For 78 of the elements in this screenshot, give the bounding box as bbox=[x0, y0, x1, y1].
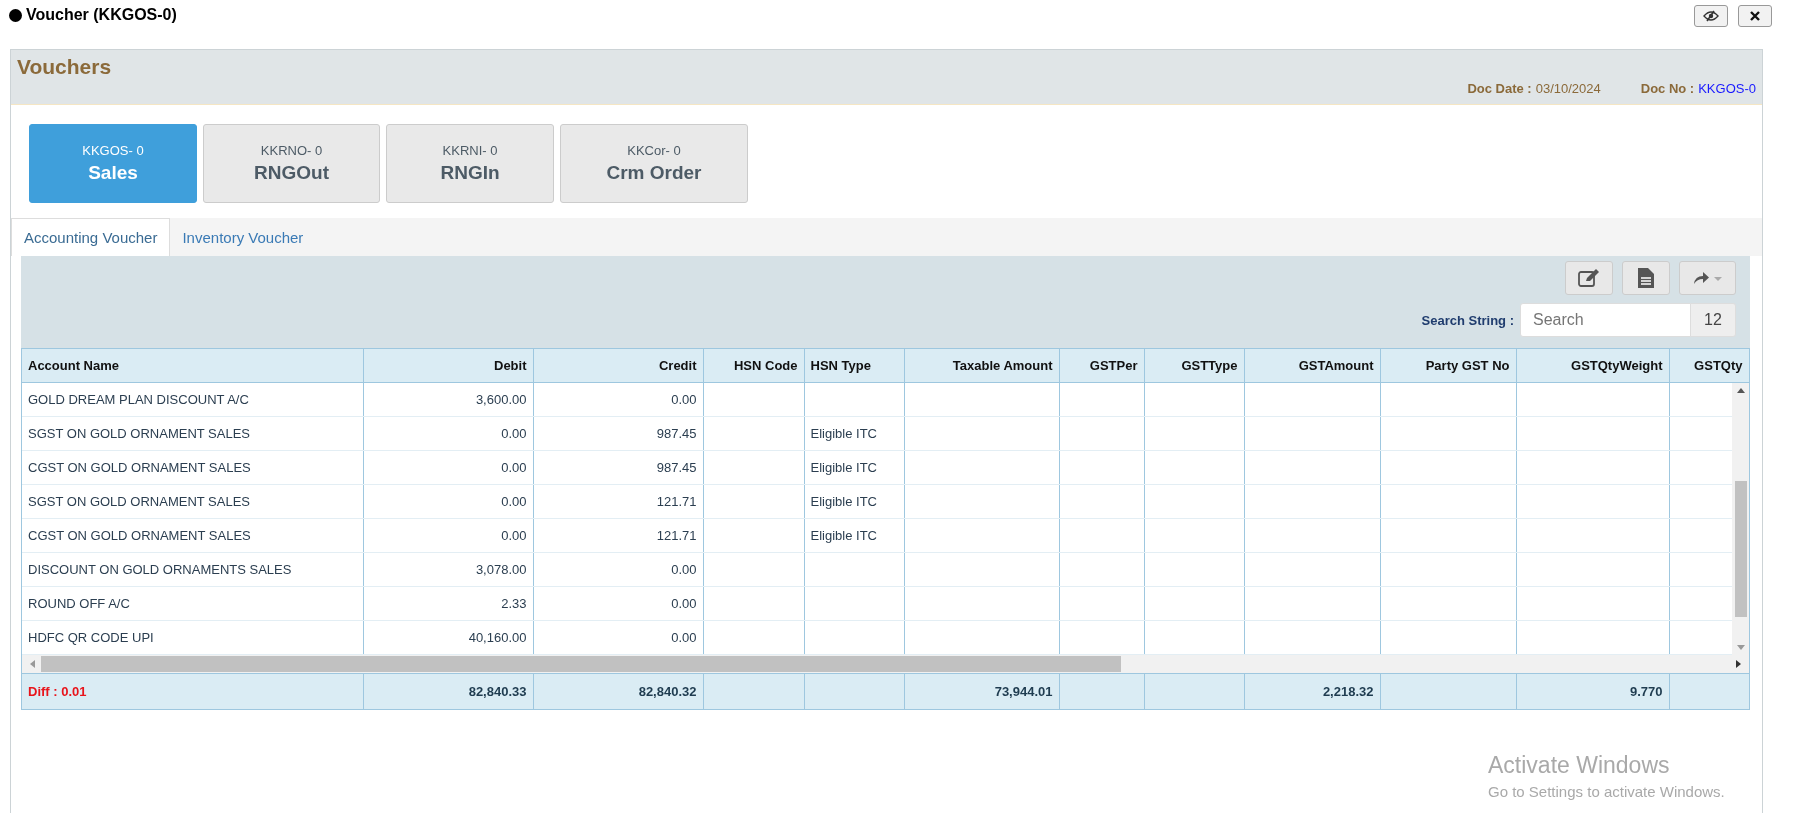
table-cell: DISCOUNT ON GOLD ORNAMENTS SALES bbox=[28, 562, 292, 577]
eye-slash-icon bbox=[1703, 10, 1719, 22]
total-cell: 9.770 bbox=[1629, 684, 1663, 699]
column-header: GSTQtyWeight bbox=[1516, 349, 1669, 383]
table-cell: 2.33 bbox=[501, 596, 527, 611]
result-count: 12 bbox=[1691, 303, 1736, 337]
document-button[interactable] bbox=[1622, 261, 1670, 295]
voucher-type-tile[interactable]: KKCor- 0 Crm Order bbox=[560, 124, 748, 203]
search-label: Search String : bbox=[1421, 312, 1514, 328]
total-cell: Diff : 0.01 bbox=[28, 684, 87, 699]
table-cell: Eligible ITC bbox=[810, 528, 877, 543]
table-cell: 0.00 bbox=[501, 460, 527, 475]
column-header: GSTAmount bbox=[1244, 349, 1380, 383]
table-cell: 121.71 bbox=[656, 494, 697, 509]
table-cell: CGST ON GOLD ORNAMENT SALES bbox=[28, 528, 251, 543]
total-cell: 82,840.33 bbox=[468, 684, 527, 699]
column-header: HSN Type bbox=[804, 349, 904, 383]
table-cell: GOLD DREAM PLAN DISCOUNT A/C bbox=[28, 392, 249, 407]
table-cell: 0.00 bbox=[671, 392, 697, 407]
scroll-right-icon bbox=[1736, 660, 1741, 668]
table-cell: CGST ON GOLD ORNAMENT SALES bbox=[28, 460, 251, 475]
search-field[interactable]: Search bbox=[1520, 303, 1691, 337]
table-cell: ROUND OFF A/C bbox=[28, 596, 130, 611]
hide-button[interactable] bbox=[1694, 5, 1728, 27]
table-cell: 3,078.00 bbox=[475, 562, 527, 577]
activation-title: Activate Windows bbox=[1488, 752, 1671, 779]
total-cell: 2,218.32 bbox=[1322, 684, 1374, 699]
table-cell: 40,160.00 bbox=[468, 630, 527, 645]
tab[interactable]: Accounting Voucher bbox=[11, 218, 171, 256]
table-cell: Eligible ITC bbox=[810, 426, 877, 441]
column-header: Credit bbox=[533, 349, 703, 383]
column-header: HSN Code bbox=[703, 349, 804, 383]
vertical-scrollbar[interactable] bbox=[1732, 383, 1749, 655]
table-cell: Eligible ITC bbox=[810, 494, 877, 509]
scroll-down-icon bbox=[1736, 645, 1745, 650]
scroll-up-icon bbox=[1736, 388, 1745, 393]
table-cell: 0.00 bbox=[671, 596, 697, 611]
column-header: Account Name bbox=[22, 349, 363, 383]
column-header: Taxable Amount bbox=[904, 349, 1059, 383]
column-header: Debit bbox=[363, 349, 533, 383]
table-cell: 0.00 bbox=[501, 426, 527, 441]
scroll-left-icon bbox=[30, 660, 35, 668]
table-cell: 987.45 bbox=[656, 426, 697, 441]
window-title: Voucher (KKGOS-0) bbox=[9, 6, 177, 24]
document-icon bbox=[1638, 268, 1654, 288]
activation-text: Go to Settings to activate Windows. bbox=[1488, 783, 1725, 800]
table-cell: Eligible ITC bbox=[810, 460, 877, 475]
table-cell: 121.71 bbox=[656, 528, 697, 543]
table-cell: HDFC QR CODE UPI bbox=[28, 630, 154, 645]
table-cell: 987.45 bbox=[656, 460, 697, 475]
share-arrow-icon bbox=[1692, 271, 1723, 285]
table-cell: SGST ON GOLD ORNAMENT SALES bbox=[28, 494, 250, 509]
doc-date: 03/10/2024 bbox=[1535, 81, 1601, 96]
tab[interactable]: Inventory Voucher bbox=[170, 218, 316, 256]
total-cell: 82,840.32 bbox=[638, 684, 697, 699]
doc-no-label: Doc No : bbox=[1640, 81, 1695, 96]
voucher-type-tile[interactable]: KKRNO- 0 RNGOut bbox=[203, 124, 380, 203]
column-header: GSTPer bbox=[1059, 349, 1144, 383]
close-icon bbox=[1750, 11, 1760, 21]
total-cell: 73,944.01 bbox=[994, 684, 1053, 699]
table-cell: 0.00 bbox=[501, 494, 527, 509]
horizontal-scrollbar[interactable] bbox=[22, 655, 1749, 673]
column-header: Party GST No bbox=[1380, 349, 1516, 383]
table-cell: 3,600.00 bbox=[475, 392, 527, 407]
close-button[interactable] bbox=[1738, 5, 1772, 27]
panel-title: Vouchers bbox=[17, 54, 113, 79]
column-header: GSTQty bbox=[1669, 349, 1749, 383]
doc-no: KKGOS-0 bbox=[1698, 81, 1756, 96]
table-cell: 0.00 bbox=[671, 630, 697, 645]
voucher-type-tile[interactable]: KKRNI- 0 RNGIn bbox=[386, 124, 554, 203]
table-cell: SGST ON GOLD ORNAMENT SALES bbox=[28, 426, 250, 441]
edit-icon bbox=[1578, 268, 1600, 288]
doc-date-label: Doc Date : bbox=[1467, 81, 1532, 96]
share-button[interactable] bbox=[1679, 261, 1736, 295]
column-header: GSTType bbox=[1144, 349, 1244, 383]
table-cell: 0.00 bbox=[671, 562, 697, 577]
table-cell: 0.00 bbox=[501, 528, 527, 543]
edit-button[interactable] bbox=[1565, 261, 1613, 295]
